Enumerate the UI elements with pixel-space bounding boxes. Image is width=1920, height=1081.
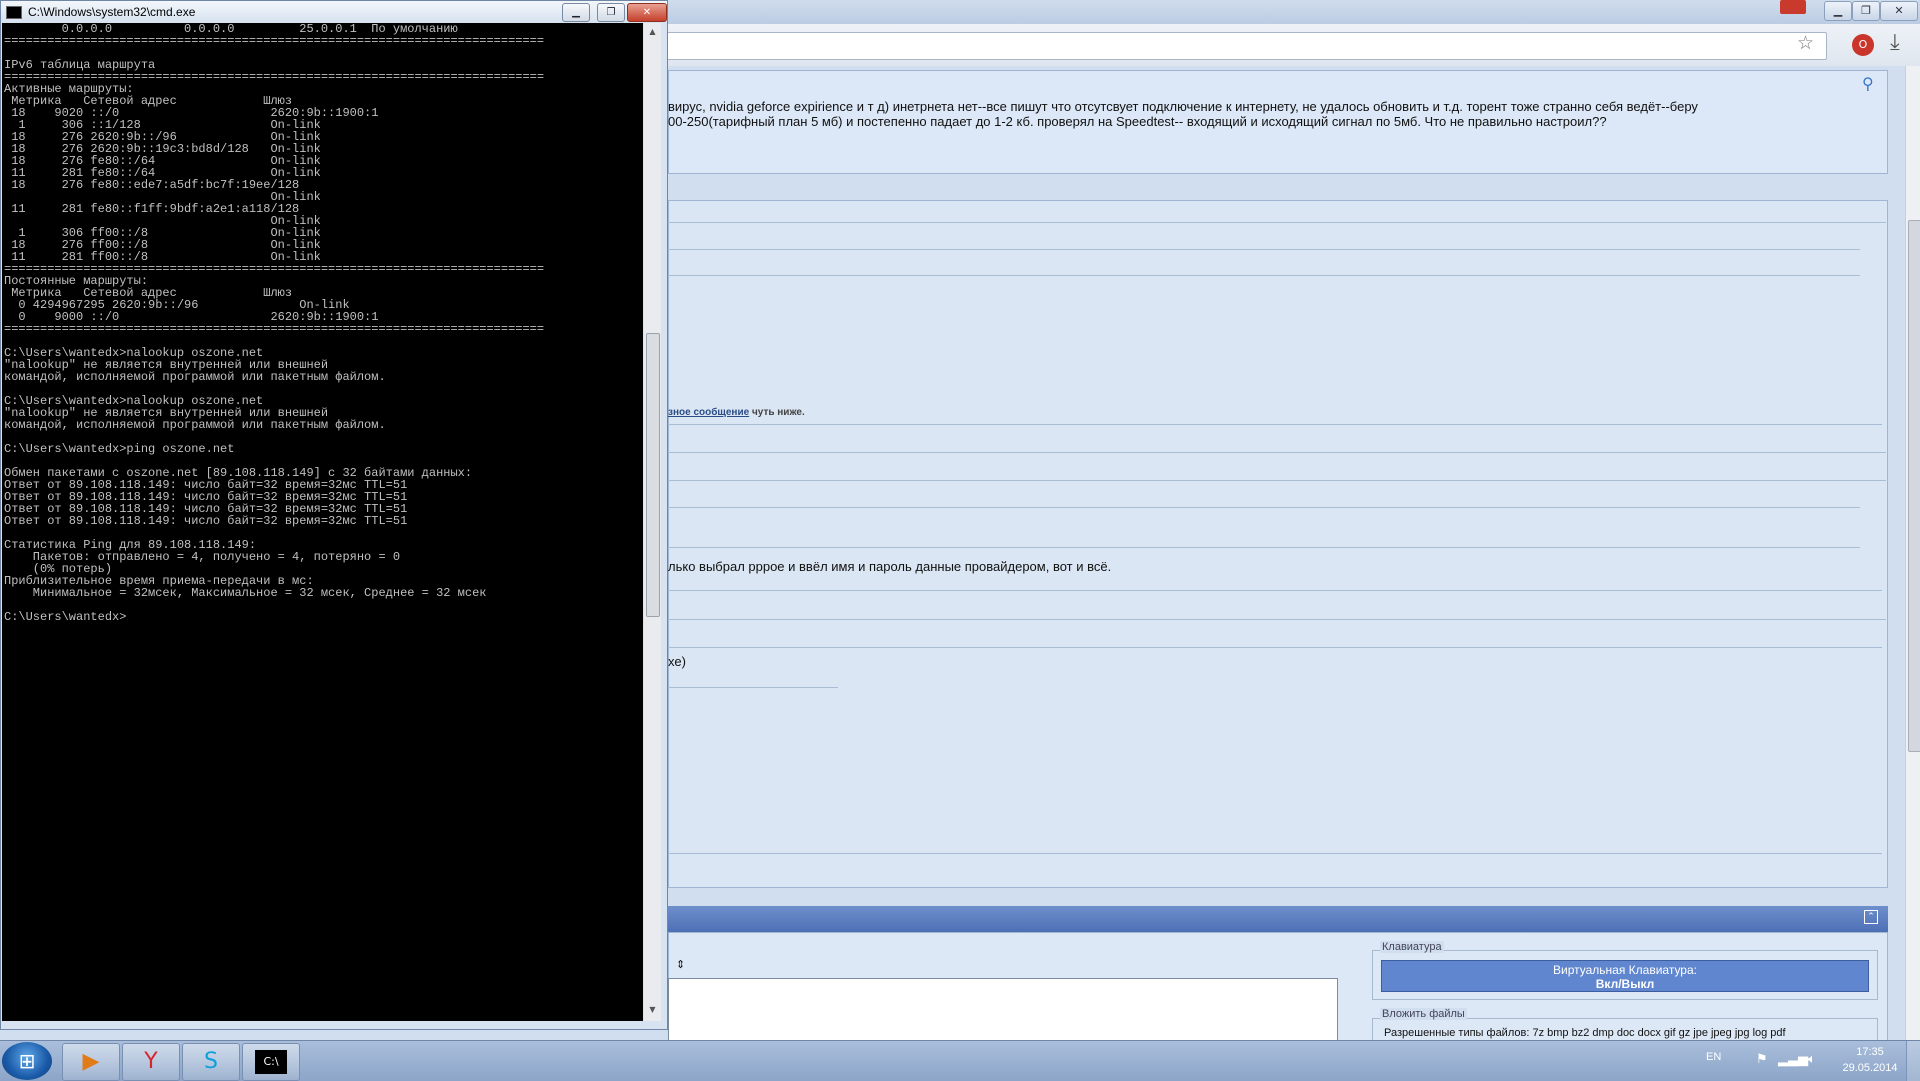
taskbar-skype-button[interactable]: S — [182, 1043, 240, 1081]
editor-resize-toggle[interactable]: ⇕ — [676, 958, 685, 971]
cmd-titlebar[interactable]: C:\Windows\system32\cmd.exe ▁ ❐ ✕ — [1, 1, 667, 23]
fragment-text: хе) — [668, 654, 686, 669]
reply-editor[interactable] — [668, 978, 1338, 1042]
minimize-button[interactable]: ▁ — [562, 3, 590, 22]
note-text: зное сообщение чуть ниже. — [668, 407, 805, 418]
maximize-button[interactable]: ❐ — [597, 3, 625, 22]
virtual-keyboard-label: Виртуальная Клавиатура: — [1552, 963, 1697, 977]
yandex-browser-icon: Y — [144, 1049, 158, 1074]
divider — [668, 647, 1882, 648]
divider — [668, 853, 1882, 854]
divider — [668, 590, 1882, 591]
reply-text: лько выбрал рррое и ввёл имя и пароль да… — [668, 559, 1112, 574]
console-output[interactable]: 0.0.0.0 0.0.0.0 25.0.0.1 По умолчанию ==… — [2, 23, 643, 1021]
address-bar[interactable] — [560, 32, 1827, 60]
note-link[interactable]: зное сообщение — [668, 407, 749, 418]
post-text-line: 00-250(тарифный план 5 мб) и постепенно … — [668, 114, 1607, 129]
browser-minimize-button[interactable]: ▁ — [1824, 1, 1852, 21]
media-player-icon: ▶ — [82, 1049, 100, 1074]
page-scroll-thumb[interactable] — [1908, 220, 1920, 752]
collapse-icon[interactable]: ⌃ — [1864, 910, 1878, 924]
divider — [668, 275, 1860, 276]
quick-reply-header — [668, 906, 1888, 932]
divider — [668, 480, 1886, 481]
cmd-icon: C:\ — [255, 1050, 287, 1074]
virtual-keyboard-state: Вкл/Выкл — [1595, 977, 1655, 991]
taskbar: ⊞ ▶ Y S C:\ EN ⚑ ▂▃▅ 🔈︎ 17:35 29.05.2014 — [0, 1040, 1920, 1081]
show-desktop-button[interactable] — [1906, 1041, 1920, 1081]
flag-icon[interactable]: ⚑ — [1756, 1052, 1768, 1067]
cmd-scroll-thumb[interactable] — [646, 333, 660, 617]
windows-logo-icon: ⊞ — [18, 1049, 36, 1073]
taskbar-media-player-button[interactable]: ▶ — [62, 1043, 120, 1081]
page-scrollbar[interactable] — [1905, 66, 1920, 1040]
cmd-title: C:\Windows\system32\cmd.exe — [28, 5, 196, 19]
divider — [668, 619, 1886, 620]
divider — [668, 222, 1886, 223]
attach-legend: Вложить файлы — [1380, 1008, 1467, 1020]
cmd-window: C:\Windows\system32\cmd.exe ▁ ❐ ✕ 0.0.0.… — [0, 0, 668, 1030]
scroll-up-icon[interactable]: ▲ — [644, 27, 661, 36]
keyboard-legend: Клавиатура — [1380, 941, 1444, 953]
extension-icon[interactable]: O — [1852, 34, 1874, 56]
volume-icon[interactable]: 🔈︎ — [1808, 1052, 1816, 1067]
taskbar-yandex-browser-button[interactable]: Y — [122, 1043, 180, 1081]
language-indicator[interactable]: EN — [1706, 1051, 1721, 1063]
clock-date[interactable]: 29.05.2014 — [1840, 1062, 1900, 1074]
divider — [668, 507, 1860, 508]
virtual-keyboard-button[interactable]: Виртуальная Клавиатура: Вкл/Выкл — [1381, 960, 1869, 992]
divider — [668, 424, 1882, 425]
start-button[interactable]: ⊞ — [2, 1042, 52, 1080]
divider — [668, 249, 1860, 250]
note-rest: чуть ниже. — [749, 407, 805, 418]
browser-close-button[interactable]: ✕ — [1880, 1, 1918, 21]
browser-menu-button[interactable] — [1780, 0, 1806, 14]
cmd-scrollbar[interactable]: ▲ ▼ — [644, 23, 661, 1021]
bookmark-star-icon[interactable]: ☆ — [1797, 32, 1814, 54]
download-icon[interactable]: ⤓ — [1890, 30, 1900, 55]
scroll-down-icon[interactable]: ▼ — [644, 1005, 661, 1014]
pin-icon[interactable]: ⚲ — [1862, 74, 1874, 93]
attach-types: Разрешенные типы файлов: 7z bmp bz2 dmp … — [1384, 1027, 1786, 1039]
browser-maximize-button[interactable]: ❐ — [1852, 1, 1880, 21]
cmd-app-icon[interactable] — [6, 6, 22, 19]
post-text: вирус, nvidia geforce expirience и т д) … — [668, 99, 1888, 129]
divider — [668, 452, 1886, 453]
console-text: 0.0.0.0 0.0.0.0 25.0.0.1 По умолчанию ==… — [4, 23, 545, 624]
thread-panel — [668, 200, 1888, 888]
post-text-line: вирус, nvidia geforce expirience и т д) … — [668, 99, 1698, 114]
network-icon[interactable]: ▂▃▅ — [1778, 1052, 1808, 1067]
skype-icon: S — [204, 1049, 218, 1074]
clock-time[interactable]: 17:35 — [1840, 1046, 1900, 1058]
divider — [668, 687, 838, 688]
taskbar-cmd-button[interactable]: C:\ — [242, 1043, 300, 1081]
close-button[interactable]: ✕ — [627, 3, 667, 22]
divider — [668, 547, 1860, 548]
